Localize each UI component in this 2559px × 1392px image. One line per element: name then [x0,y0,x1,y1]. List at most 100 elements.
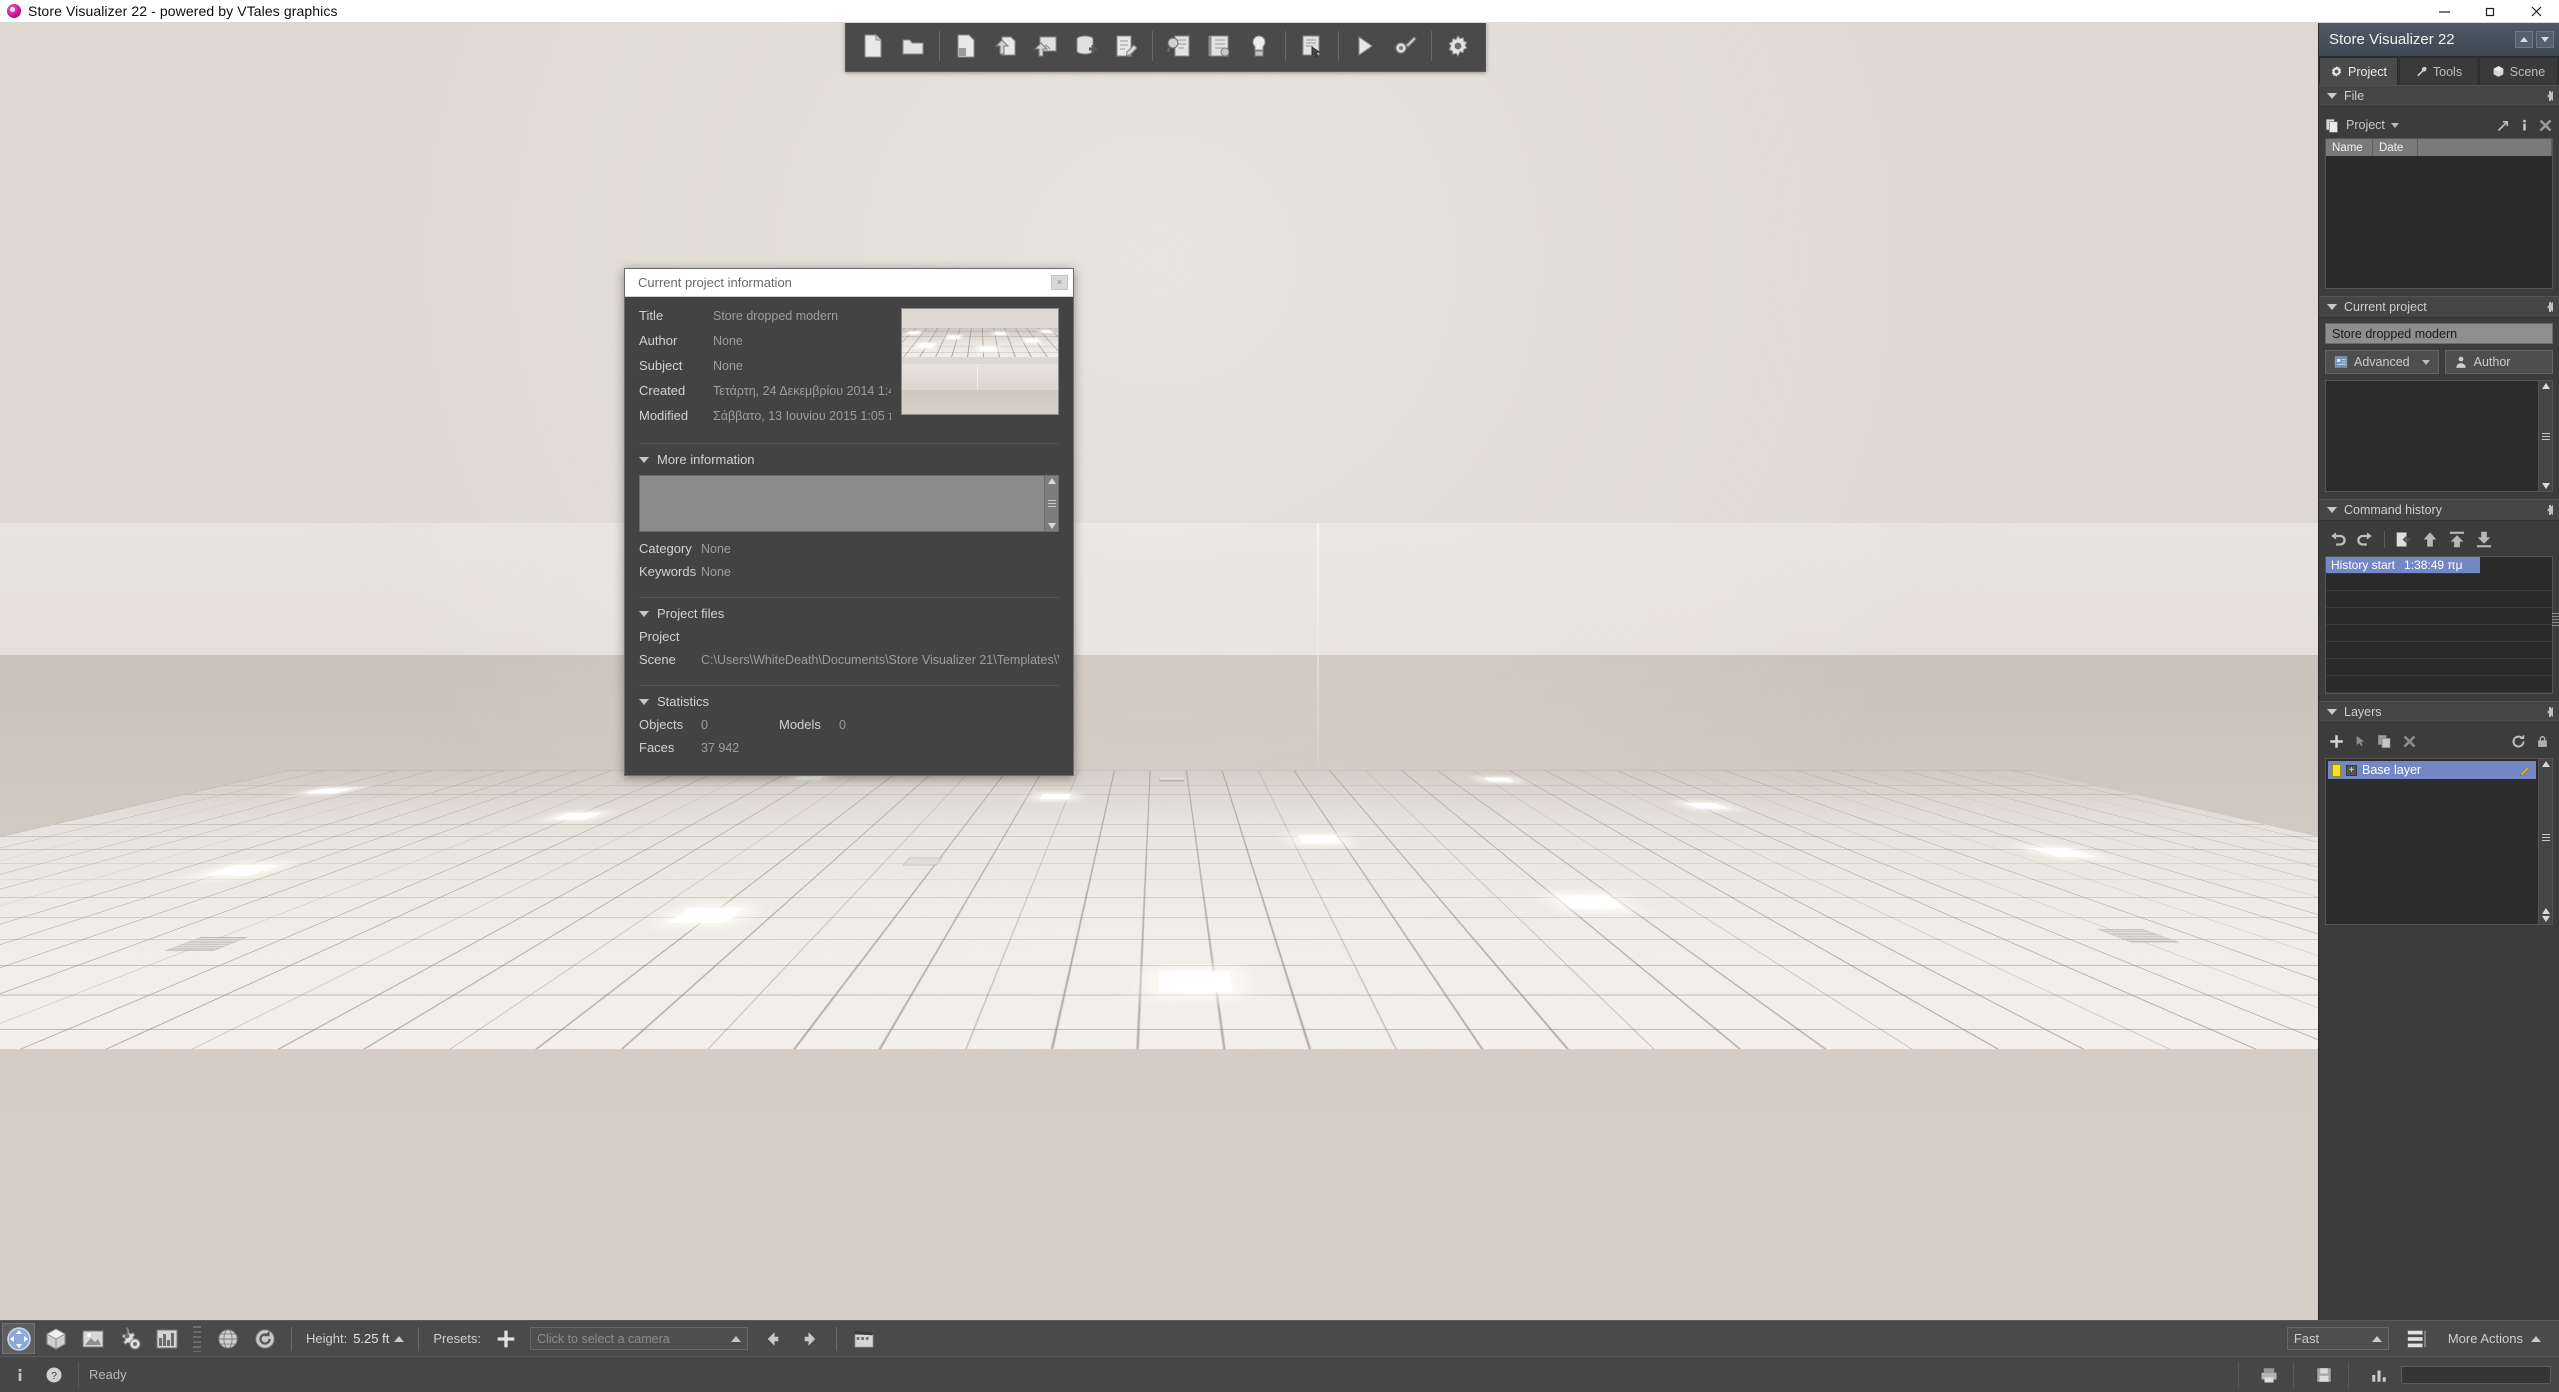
report-cursor-icon[interactable] [1293,26,1331,66]
notes-scrollbar[interactable] [1044,476,1058,531]
duplicate-icon[interactable] [2377,734,2392,749]
camera-dropdown-icon[interactable] [731,1335,742,1342]
project-name-field[interactable]: Store dropped modern [2325,323,2553,344]
notes-textarea[interactable] [639,475,1059,532]
sidebar-resize-grip[interactable] [2552,613,2559,626]
render-quality-select[interactable]: Fast [2286,1327,2389,1350]
project-notes-area[interactable] [2325,380,2553,492]
layer-color-swatch[interactable] [2332,763,2341,777]
scrollbar-grip[interactable] [2541,432,2550,440]
file-source-label[interactable]: Project [2346,118,2385,132]
add-preset-button[interactable] [489,1323,522,1354]
delete-x-icon[interactable] [2538,118,2553,133]
minimize-icon[interactable] [2421,0,2467,23]
gear-wrench-icon[interactable] [1386,26,1424,66]
settings-mode-button[interactable] [113,1323,146,1354]
refresh-icon[interactable] [2511,734,2526,749]
more-actions-caret-icon[interactable] [2531,1335,2541,1342]
import-arrow-up-icon[interactable] [987,26,1025,66]
undo-arrow-icon[interactable] [2328,531,2347,548]
scroll-down-icon[interactable] [1047,523,1056,529]
statistics-mode-button[interactable] [150,1323,183,1354]
layers-listbox[interactable]: + Base layer [2325,758,2553,925]
document-save-icon[interactable] [947,26,985,66]
floppy-icon[interactable] [2310,1363,2338,1387]
gear-icon[interactable] [1439,26,1477,66]
cursor-arrow-icon[interactable] [2354,734,2367,749]
catalog-search-icon[interactable] [1160,26,1198,66]
collapse-panel-icon[interactable] [2547,505,2553,515]
lock-icon[interactable] [2536,734,2549,749]
column-header-date[interactable]: Date [2373,139,2418,156]
layers-scroll-nav[interactable] [2541,908,2550,922]
notes-text[interactable] [640,476,1044,531]
list-view-button[interactable] [2401,1323,2434,1354]
render-quality-dropdown-icon[interactable] [2371,1335,2382,1342]
height-value[interactable]: 5.25 ft [353,1331,389,1346]
folder-open-icon[interactable] [894,26,932,66]
collapse-panel-icon[interactable] [2547,91,2553,101]
height-stepper-up-icon[interactable] [394,1335,405,1342]
image-import-icon[interactable] [1027,26,1065,66]
redo-arrow-icon[interactable] [2356,531,2375,548]
plus-icon[interactable] [2329,734,2344,749]
arrow-to-top-icon[interactable] [2448,531,2466,548]
history-listbox[interactable]: History start 1:38:49 πμ [2325,556,2559,694]
file-list-area[interactable] [2326,156,2552,288]
image-mode-button[interactable] [76,1323,109,1354]
advanced-button[interactable]: Advanced [2325,350,2439,374]
project-notes-text[interactable] [2326,381,2538,491]
3d-viewport[interactable] [0,23,2318,1339]
more-actions-label[interactable]: More Actions [2448,1331,2523,1346]
document-edit-icon[interactable] [1107,26,1145,66]
history-entry-selected[interactable]: History start 1:38:49 πμ [2326,557,2480,574]
database-add-icon[interactable] [1067,26,1105,66]
project-notes-scrollbar[interactable] [2538,381,2552,491]
document-new-icon[interactable] [854,26,892,66]
scroll-up-icon[interactable] [1047,478,1056,484]
layer-row-base[interactable]: + Base layer [2328,761,2536,779]
tab-tools[interactable]: Tools [2399,57,2478,85]
scrollbar-grip[interactable] [2541,834,2550,841]
panel-header-command-history[interactable]: Command history [2319,499,2559,521]
scroll-up-icon[interactable] [2541,383,2550,389]
object-mode-button[interactable] [39,1323,72,1354]
statistics-section-header[interactable]: Statistics [639,694,1059,709]
info-icon[interactable] [6,1363,34,1387]
author-button[interactable]: Author [2444,350,2553,374]
dialog-close-button[interactable]: × [1051,275,1068,290]
close-icon[interactable] [2513,0,2559,23]
sidebar-scroll-down-button[interactable] [2536,31,2554,48]
next-camera-button[interactable] [793,1323,826,1354]
info-icon[interactable] [2517,118,2532,133]
navigate-mode-button[interactable] [2,1323,35,1354]
arrow-to-bottom-icon[interactable] [2475,531,2493,548]
scrollbar-grip[interactable] [1047,500,1056,507]
panel-header-file[interactable]: File [2319,85,2559,107]
chevron-down-icon[interactable] [2421,359,2430,365]
movie-recorder-button[interactable] [847,1323,880,1354]
scroll-page-down-icon[interactable] [2541,916,2550,922]
expand-layer-icon[interactable]: + [2346,764,2357,776]
project-files-section-header[interactable]: Project files [639,606,1059,621]
play-triangle-icon[interactable] [1346,26,1384,66]
panel-header-current-project[interactable]: Current project [2319,296,2559,318]
more-information-section-header[interactable]: More information [639,452,1059,467]
help-question-icon[interactable]: ? [40,1363,68,1387]
light-bulb-icon[interactable] [1240,26,1278,66]
delete-x-icon[interactable] [2402,734,2417,749]
tab-project[interactable]: Project [2319,57,2398,85]
revert-document-icon[interactable] [2394,531,2412,548]
arrow-up-icon[interactable] [2421,531,2439,548]
globe-view-button[interactable] [211,1323,244,1354]
maximize-icon[interactable] [2467,0,2513,23]
collapse-panel-icon[interactable] [2547,707,2553,717]
panel-header-layers[interactable]: Layers [2319,701,2559,723]
toolbar-drag-grip[interactable] [193,1325,201,1352]
layers-scrollbar[interactable] [2538,759,2552,924]
collapse-panel-icon[interactable] [2547,302,2553,312]
arrow-out-icon[interactable] [2496,118,2511,133]
library-book-icon[interactable] [1200,26,1238,66]
file-listbox[interactable]: Name Date [2325,138,2553,289]
sidebar-scroll-up-button[interactable] [2515,31,2533,48]
